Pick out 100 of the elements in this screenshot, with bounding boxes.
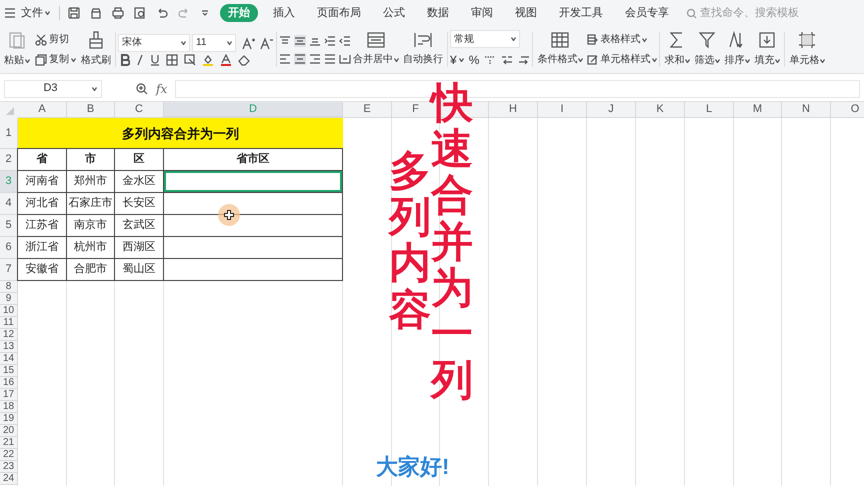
ribbon-tab[interactable]: 数据	[423, 4, 453, 22]
row-header[interactable]: 1	[0, 118, 18, 149]
row-header[interactable]: 6	[0, 237, 18, 259]
cell-icon[interactable]	[798, 31, 816, 49]
row-header[interactable]: 18	[0, 401, 18, 413]
italic-icon[interactable]	[136, 54, 144, 66]
format-painter-button[interactable]: 格式刷	[79, 31, 113, 68]
print-icon[interactable]	[112, 7, 124, 19]
caret-icon[interactable]	[775, 58, 780, 62]
caret-icon[interactable]	[685, 58, 690, 62]
conditional-format-button[interactable]: 条件格式	[535, 26, 586, 73]
row-header[interactable]: 15	[0, 365, 18, 377]
search-icon[interactable]	[686, 8, 697, 18]
column-header[interactable]: O	[831, 102, 864, 118]
row-header[interactable]: 17	[0, 389, 18, 401]
scissors-icon[interactable]	[35, 34, 47, 46]
caret-icon[interactable]	[458, 58, 464, 62]
merge-center-button[interactable]: 合并居中	[351, 26, 401, 73]
caret-icon[interactable]	[92, 86, 97, 90]
preview-icon[interactable]	[134, 7, 146, 19]
file-menu[interactable]: 文件	[20, 4, 51, 22]
row-header[interactable]: 10	[0, 305, 18, 317]
paste-button[interactable]: 粘贴	[2, 31, 32, 68]
increase-font-icon[interactable]	[242, 36, 256, 50]
row-header[interactable]: 7	[0, 259, 18, 281]
row-header[interactable]: 21	[0, 437, 18, 449]
filter-icon[interactable]	[698, 31, 716, 49]
ribbon-tab[interactable]: 开发工具	[555, 4, 607, 22]
number-format-field[interactable]: 常规	[450, 30, 520, 48]
bold-icon[interactable]	[120, 54, 130, 66]
percent-button[interactable]: %	[468, 51, 480, 69]
column-header[interactable]: N	[782, 102, 831, 118]
cell-button[interactable]: 单元格	[787, 26, 828, 73]
caret-icon[interactable]	[394, 58, 399, 62]
copy-icon[interactable]	[35, 54, 47, 66]
ribbon-tab[interactable]: 插入	[269, 4, 299, 22]
table-grid-icon[interactable]	[551, 32, 570, 48]
caret-icon[interactable]	[578, 58, 584, 62]
ribbon-tab[interactable]: 公式	[379, 4, 409, 22]
caret-icon[interactable]	[715, 58, 720, 62]
caret-icon[interactable]	[642, 38, 648, 42]
increase-decimal-icon[interactable]	[501, 54, 514, 66]
currency-button[interactable]: ¥	[450, 51, 464, 69]
row-header[interactable]: 16	[0, 377, 18, 389]
row-header[interactable]: 9	[0, 293, 18, 305]
name-box[interactable]: D3	[4, 80, 102, 98]
save-icon[interactable]	[68, 7, 80, 19]
eraser-icon[interactable]	[238, 54, 250, 66]
row-header[interactable]: 5	[0, 215, 18, 237]
undo-icon[interactable]	[156, 7, 168, 19]
caret-icon[interactable]	[227, 40, 232, 44]
menu-icon[interactable]	[4, 8, 16, 18]
ribbon-tab[interactable]: 页面布局	[313, 4, 365, 22]
cell-style-button[interactable]: 单元格样式	[587, 50, 658, 70]
outdent-icon[interactable]	[339, 34, 351, 46]
fill-button[interactable]: 填充	[752, 26, 782, 73]
caret-icon[interactable]	[652, 58, 658, 62]
caret-icon[interactable]	[71, 58, 76, 62]
indent-icon[interactable]	[324, 34, 336, 46]
row-header[interactable]: 20	[0, 425, 18, 437]
cell-style-icon[interactable]	[587, 54, 598, 65]
export-icon[interactable]	[90, 7, 102, 19]
row-header[interactable]: 19	[0, 413, 18, 425]
wrap-text-icon[interactable]	[414, 32, 432, 48]
caret-icon[interactable]	[25, 58, 30, 62]
fill-color-icon[interactable]	[202, 54, 214, 66]
column-header[interactable]: I	[538, 102, 587, 118]
decrease-font-icon[interactable]	[260, 36, 274, 50]
column-header[interactable]: L	[685, 102, 734, 118]
column-header[interactable]: J	[587, 102, 636, 118]
row-header[interactable]: 13	[0, 341, 18, 353]
filter-button[interactable]: 筛选	[692, 26, 722, 73]
cut-button[interactable]: 剪切	[35, 30, 76, 50]
caret-icon[interactable]	[181, 40, 186, 44]
sort-button[interactable]: 排序	[722, 26, 752, 73]
cell-fill-icon[interactable]	[184, 54, 196, 66]
row-header[interactable]: 22	[0, 449, 18, 461]
ribbon-tab[interactable]: 审阅	[467, 4, 497, 22]
clipboard-icon[interactable]	[8, 31, 26, 49]
row-header[interactable]: 24	[0, 473, 18, 485]
decrease-decimal-icon[interactable]	[518, 54, 530, 66]
align-left-icon[interactable]	[279, 52, 291, 64]
column-header[interactable]: M	[734, 102, 782, 118]
row-header[interactable]: 8	[0, 281, 18, 293]
row-header[interactable]: 4	[0, 193, 18, 215]
underline-icon[interactable]	[150, 54, 160, 66]
table-style-icon[interactable]	[587, 34, 598, 45]
zoom-icon[interactable]	[136, 82, 148, 94]
fill-down-icon[interactable]	[758, 31, 776, 49]
ribbon-tab[interactable]: 视图	[511, 4, 541, 22]
table-style-button[interactable]: 表格样式	[587, 30, 658, 50]
font-field[interactable]: 宋体	[118, 34, 190, 52]
ribbon-tab[interactable]: 会员专享	[621, 4, 673, 22]
row-header[interactable]: 11	[0, 317, 18, 329]
font-color-icon[interactable]	[220, 54, 232, 66]
align-top-icon[interactable]	[279, 34, 291, 46]
font-size-field[interactable]: 11	[192, 34, 236, 52]
merge-cells-icon[interactable]	[367, 32, 385, 48]
dropdown-icon[interactable]	[200, 8, 210, 18]
align-right-icon[interactable]	[309, 52, 321, 64]
